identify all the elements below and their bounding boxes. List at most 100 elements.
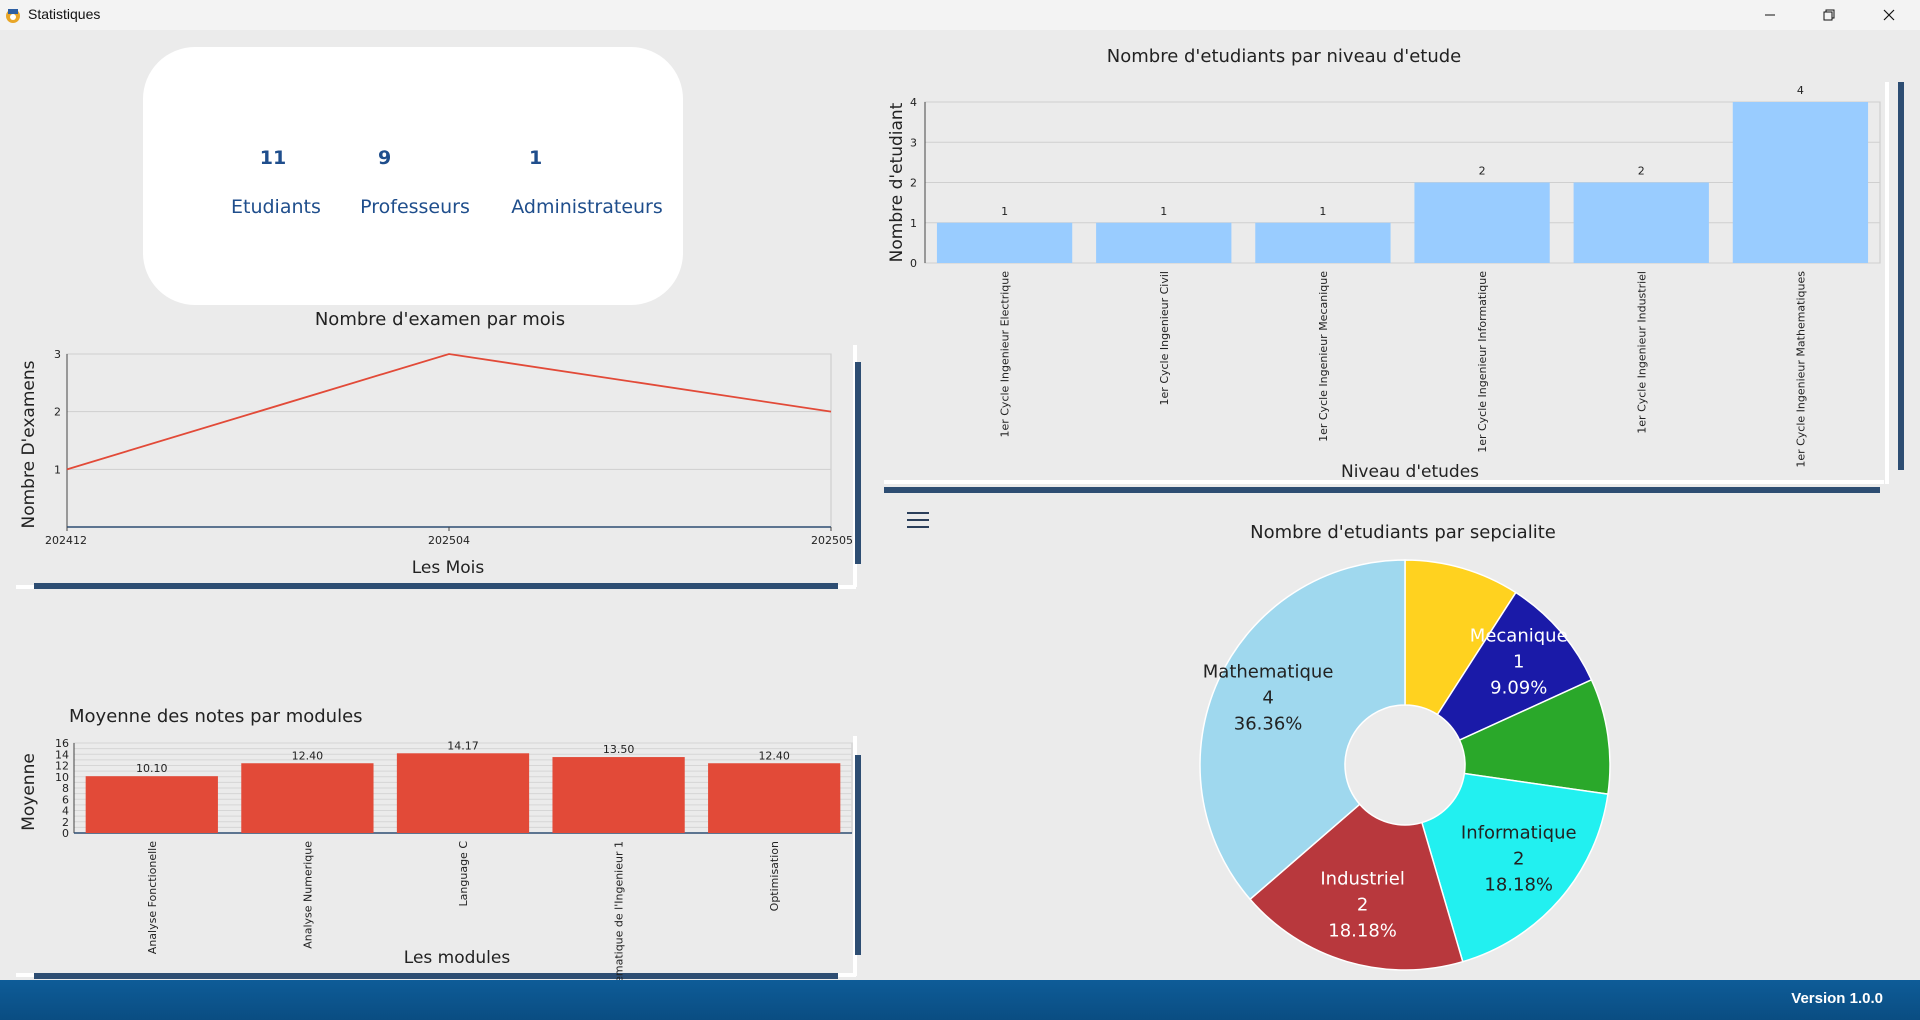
window-titlebar: Statistiques xyxy=(0,0,1920,30)
y-tick-label: 8 xyxy=(62,782,69,795)
y-tick-label: 1 xyxy=(910,217,917,230)
minimize-button[interactable] xyxy=(1747,0,1793,30)
y-tick-label: 2 xyxy=(62,816,69,829)
hamburger-icon[interactable] xyxy=(907,512,929,528)
horizontal-scrollbar[interactable] xyxy=(884,487,1880,493)
slice-percent: 9.09% xyxy=(1490,677,1547,698)
x-tick-label: 202504 xyxy=(428,534,470,547)
x-tick-label: 1er Cycle Ingenieur Electrique xyxy=(999,271,1012,438)
y-tick-label: 0 xyxy=(62,827,69,840)
data-label: 2 xyxy=(1638,165,1645,178)
data-label: 14.17 xyxy=(447,739,479,752)
y-tick-label: 4 xyxy=(62,805,69,818)
specialite-pie-chart: Mecanique 1 9.09% Informatique 2 18.18% Indust… xyxy=(1199,559,1611,971)
bar xyxy=(1096,222,1232,263)
y-tick-label: 2 xyxy=(54,406,61,419)
y-tick-label: 3 xyxy=(54,348,61,361)
y-axis-label: Nombre D'examens xyxy=(19,360,39,528)
summary-card: 11 Etudiants 9 Professeurs 1 Administrat… xyxy=(143,47,683,305)
x-axis-label: Niveau d'etudes xyxy=(1341,462,1479,480)
chart-title: Moyenne des notes par modules xyxy=(69,706,363,727)
stat-etudiants: 11 Etudiants xyxy=(231,147,321,218)
data-label: 1 xyxy=(1001,205,1008,218)
bar xyxy=(936,222,1073,263)
window-title: Statistiques xyxy=(28,6,101,22)
data-label: 1 xyxy=(1319,205,1326,218)
data-label: 2 xyxy=(1479,165,1486,178)
stat-label: Administrateurs xyxy=(511,196,663,218)
vertical-scrollbar[interactable] xyxy=(1898,82,1904,470)
chart-title: Nombre d'examen par mois xyxy=(314,309,566,330)
slice-count: 2 xyxy=(1513,849,1524,870)
bar xyxy=(241,763,374,833)
y-tick-label: 2 xyxy=(910,177,917,190)
horizontal-scrollbar[interactable] xyxy=(34,583,838,589)
stat-professeurs: 9 Professeurs xyxy=(355,147,475,218)
stat-value: 9 xyxy=(378,147,392,169)
niveau-bar-chart: 0 1 2 3 4 1 1er Cycle Ingenieur Electrique 1 1er… xyxy=(887,84,1881,480)
slice-label: Informatique xyxy=(1461,823,1577,844)
y-tick-label: 3 xyxy=(910,136,917,149)
stat-administrateurs: 1 Administrateurs xyxy=(507,147,667,218)
slice-label: Industriel xyxy=(1320,868,1404,889)
x-tick-label: 1er Cycle Ingenieur Civil xyxy=(1158,271,1171,405)
stat-value: 1 xyxy=(529,147,543,169)
restore-button[interactable] xyxy=(1806,0,1852,30)
close-icon xyxy=(1883,9,1895,21)
modules-bar-chart: 0246810121416 10.10 Analyse Fonctionelle 12… xyxy=(19,737,853,980)
slice-count: 4 xyxy=(1262,687,1273,708)
bar xyxy=(708,763,841,833)
stat-label: Etudiants xyxy=(231,196,321,218)
status-bar: Version 1.0.0 xyxy=(0,980,1920,1020)
chart-frame xyxy=(884,480,1884,484)
x-tick-label: 1er Cycle Ingenieur Mecanique xyxy=(1317,271,1330,442)
slice-percent: 18.18% xyxy=(1484,875,1553,896)
stat-label: Professeurs xyxy=(360,196,470,218)
close-button[interactable] xyxy=(1866,0,1912,30)
data-label: 12.40 xyxy=(292,749,324,762)
chart-title: Nombre d'etudiants par sepcialite xyxy=(1250,522,1556,543)
bar xyxy=(552,757,685,833)
version-label: Version 1.0.0 xyxy=(1791,990,1883,1007)
y-tick-label: 14 xyxy=(55,748,69,761)
bar xyxy=(85,776,218,833)
x-tick-label: 1er Cycle Ingenieur Industriel xyxy=(1635,271,1648,434)
y-tick-label: 1 xyxy=(54,463,61,476)
slice-label: Mecanique xyxy=(1470,625,1568,646)
data-label: 13.50 xyxy=(603,743,635,756)
slice-label: Mathematique xyxy=(1203,661,1334,682)
y-tick-label: 0 xyxy=(910,257,917,270)
y-axis-label: Moyenne xyxy=(19,753,39,831)
y-axis-label: Nombre d'etudiant xyxy=(887,102,907,262)
y-tick-label: 6 xyxy=(62,793,69,806)
x-tick-label: Analyse Numerique xyxy=(301,841,314,949)
y-tick-label: 16 xyxy=(55,737,69,750)
x-tick-label: 202505 xyxy=(811,534,853,547)
data-label: 4 xyxy=(1797,84,1804,97)
chart-title: Nombre d'etudiants par niveau d'etude xyxy=(1106,46,1462,67)
x-axis-label: Les modules xyxy=(404,948,511,968)
restore-icon xyxy=(1823,9,1835,21)
data-label: 10.10 xyxy=(136,762,168,775)
x-tick-label: Mathematique de l'Ingenieur 1 xyxy=(613,841,626,980)
vertical-scrollbar[interactable] xyxy=(855,755,861,955)
bar xyxy=(1732,102,1869,263)
slice-percent: 36.36% xyxy=(1234,713,1303,734)
x-axis-label: Les Mois xyxy=(412,558,485,578)
x-tick-label: Language C xyxy=(457,841,470,907)
slice-count: 2 xyxy=(1357,894,1368,915)
vertical-scrollbar[interactable] xyxy=(855,362,861,564)
slice-count: 1 xyxy=(1513,651,1524,672)
minimize-icon xyxy=(1765,14,1775,16)
y-tick-label: 4 xyxy=(910,96,917,109)
stat-value: 11 xyxy=(259,147,287,169)
app-icon xyxy=(6,9,20,23)
x-tick-label: Analyse Fonctionelle xyxy=(146,841,159,954)
bar xyxy=(1255,222,1391,263)
bar xyxy=(396,753,530,833)
x-tick-label: 202412 xyxy=(45,534,87,547)
examens-line-chart: 1 2 3 202412 202504 202505 Les Mois Nombre D'ex… xyxy=(19,348,853,578)
bar xyxy=(1414,182,1550,263)
x-tick-label: 1er Cycle Ingenieur Informatique xyxy=(1476,271,1489,453)
bar xyxy=(1573,182,1709,263)
